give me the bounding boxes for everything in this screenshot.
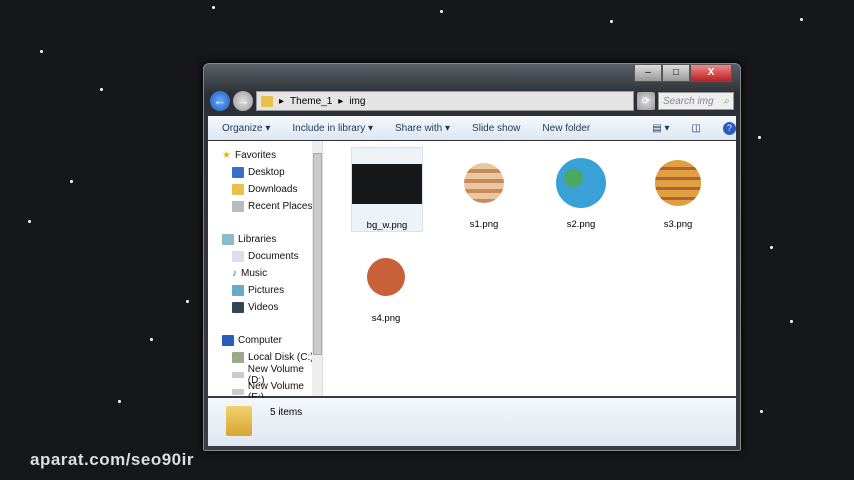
computer-icon <box>222 335 234 346</box>
nav-videos[interactable]: Videos <box>208 299 322 316</box>
item-count: 5 items <box>270 407 303 418</box>
drive-icon <box>232 352 244 363</box>
folder-icon <box>261 95 273 107</box>
image-thumbnail <box>655 160 701 206</box>
nav-recent[interactable]: Recent Places <box>208 198 322 215</box>
file-item[interactable]: s3.png <box>643 147 713 230</box>
nav-libraries[interactable]: Libraries <box>208 231 322 248</box>
nav-downloads[interactable]: Downloads <box>208 181 322 198</box>
new-folder-button[interactable]: New folder <box>542 123 590 134</box>
watermark: aparat.com/seo90ir <box>30 450 194 469</box>
folder-icon <box>226 406 252 436</box>
documents-icon <box>232 251 244 262</box>
help-icon[interactable]: ? <box>722 121 736 135</box>
address-bar[interactable]: ▸ Theme_1 ▸ img <box>256 91 634 111</box>
desktop-icon <box>232 167 244 178</box>
file-item[interactable]: bg_w.png <box>351 147 423 232</box>
nav-documents[interactable]: Documents <box>208 248 322 265</box>
image-thumbnail <box>352 164 422 204</box>
image-thumbnail <box>556 158 606 208</box>
search-icon: ⌕ <box>723 95 729 107</box>
close-button[interactable]: X <box>690 64 732 82</box>
maximize-button[interactable]: □ <box>662 64 690 82</box>
refresh-button[interactable]: ⟳ <box>637 92 655 110</box>
include-library-button[interactable]: Include in library ▾ <box>292 123 373 134</box>
file-item[interactable]: s4.png <box>351 241 421 324</box>
details-pane: 5 items <box>208 398 736 446</box>
explorer-window: – □ X ← → ▸ Theme_1 ▸ img ⟳ Search img ⌕ Or… <box>203 63 741 451</box>
slide-show-button[interactable]: Slide show <box>472 123 520 134</box>
breadcrumb-img[interactable]: img <box>349 96 365 107</box>
minimize-button[interactable]: – <box>634 64 662 82</box>
back-button[interactable]: ← <box>210 91 230 111</box>
videos-icon <box>232 302 244 313</box>
share-with-button[interactable]: Share with ▾ <box>395 123 450 134</box>
nav-computer[interactable]: Computer <box>208 332 322 349</box>
nav-pictures[interactable]: Pictures <box>208 282 322 299</box>
recent-places-icon <box>232 201 244 212</box>
nav-scrollbar[interactable] <box>312 141 322 396</box>
navigation-pane: ★ Favorites Desktop Downloads Recent Plac… <box>208 141 323 403</box>
organize-button[interactable]: Organize ▾ <box>222 123 270 134</box>
nav-desktop[interactable]: Desktop <box>208 164 322 181</box>
nav-music[interactable]: ♪ Music <box>208 265 322 282</box>
image-thumbnail <box>367 258 405 296</box>
file-item[interactable]: s1.png <box>449 147 519 230</box>
view-icon[interactable]: ▤ ▾ <box>652 123 669 134</box>
file-list: bg_w.png s1.png s2.png s3.png s4.png <box>323 141 736 396</box>
drive-icon <box>232 371 244 378</box>
image-thumbnail <box>464 163 504 203</box>
file-item[interactable]: s2.png <box>546 147 616 230</box>
forward-button[interactable]: → <box>233 91 253 111</box>
drive-icon <box>232 388 244 395</box>
libraries-icon <box>222 234 234 245</box>
downloads-icon <box>232 184 244 195</box>
nav-favorites[interactable]: ★ Favorites <box>208 147 322 164</box>
breadcrumb-theme[interactable]: Theme_1 <box>290 96 332 107</box>
search-input[interactable]: Search img ⌕ <box>658 92 734 110</box>
pictures-icon <box>232 285 244 296</box>
music-icon: ♪ <box>232 268 237 279</box>
preview-pane-icon[interactable]: ◫ <box>691 123 700 134</box>
